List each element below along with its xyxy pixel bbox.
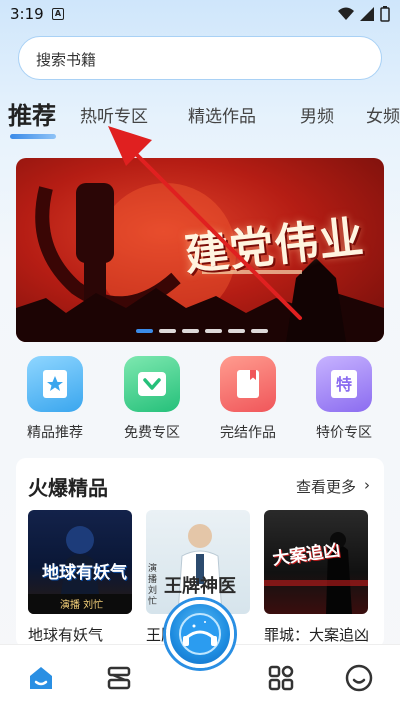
cover-title: 地球有妖气 [42,563,127,583]
svg-text:特: 特 [336,375,352,394]
status-bar: 3:19 A [0,0,400,28]
book-icon [220,356,276,412]
carousel-indicator [136,329,268,333]
player-button[interactable] [166,600,234,668]
entry-discount-label: 特价专区 [316,425,372,441]
tab-male[interactable]: 男频 [300,102,334,127]
category-icon[interactable] [266,663,296,693]
book-cover: 王牌神医 演播 刘忙 [146,510,250,614]
view-more-link[interactable]: 查看更多 [296,476,356,497]
cover-narrator: 演播 刘忙 [60,600,104,611]
book-title: 罪城：大案追凶 [264,626,368,644]
tab-hot-listen[interactable]: 热听专区 [80,102,148,127]
book-cover: 大案追凶 [264,510,368,614]
entry-free-label: 免费专区 [124,425,180,441]
chevron-right-icon[interactable]: › [364,476,370,494]
search-input[interactable]: 搜索书籍 [18,36,382,80]
tab-recommend[interactable]: 推荐 [8,96,56,131]
tab-female[interactable]: 女频 [366,102,400,127]
entry-completed-label: 完结作品 [220,425,276,441]
discount-icon: 特 [316,356,372,412]
book-cover: 地球有妖气 演播 刘忙 [28,510,132,614]
entry-discount[interactable]: 特 特价专区 [304,356,384,442]
profile-icon[interactable] [344,663,374,693]
entry-featured-label: 精品推荐 [27,425,83,441]
heart-gift-icon [124,356,180,412]
cover-title: 王牌神医 [164,576,236,597]
wifi-icon [338,7,354,20]
carousel-dot [205,329,222,333]
notification-badge-icon: A [52,8,64,20]
search-placeholder: 搜索书籍 [36,51,97,69]
carousel-dot [251,329,268,333]
carousel-dot [136,329,153,333]
book-title: 地球有妖气 [28,626,104,644]
category-tabs: 推荐 热听专区 精选作品 男频 女频 [0,90,400,142]
status-time: 3:19 [10,5,44,23]
active-tab-indicator [10,134,56,139]
cover-narrator: 演播 刘忙 [148,564,158,607]
quick-entries: 精品推荐 免费专区 完结作品 特 特价专区 [0,356,400,446]
star-bookmark-icon [27,356,83,412]
carousel-dot [228,329,245,333]
carousel-dot [159,329,176,333]
entry-featured[interactable]: 精品推荐 [15,356,95,442]
status-icons [338,6,390,22]
section-title: 火爆精品 [28,476,108,500]
book-card[interactable]: 大案追凶 罪城：大案追凶 [264,510,368,645]
tab-selected-works[interactable]: 精选作品 [188,102,256,127]
player-icon [179,613,221,655]
battery-icon [380,6,390,22]
carousel-dot [182,329,199,333]
home-icon[interactable] [26,663,56,693]
book-card[interactable]: 地球有妖气 演播 刘忙 地球有妖气 [28,510,132,645]
bookshelf-icon[interactable] [104,663,134,693]
banner-carousel[interactable]: 建党伟业 [16,158,384,342]
entry-completed[interactable]: 完结作品 [208,356,288,442]
entry-free[interactable]: 免费专区 [112,356,192,442]
signal-icon [360,7,374,21]
